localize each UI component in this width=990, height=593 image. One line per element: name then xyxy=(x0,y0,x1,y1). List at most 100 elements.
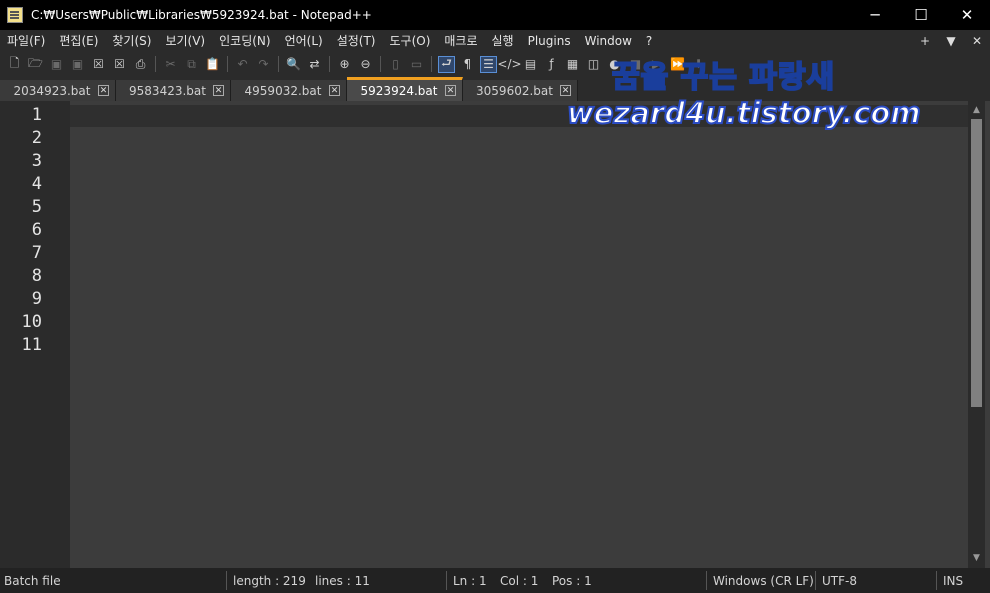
menu-right-controls: + ▼ ✕ xyxy=(912,30,990,51)
watermark-url: wezard4u.tistory.com xyxy=(566,95,922,131)
tab-4959032[interactable]: 4959032.bat ✕ xyxy=(231,80,347,101)
folder-icon[interactable]: ▦ xyxy=(564,56,581,73)
menu-bar: 파일(F) 편집(E) 찾기(S) 보기(V) 인코딩(N) 언어(L) 설정(… xyxy=(0,30,990,51)
toolbar-separator xyxy=(431,56,432,72)
maximize-button[interactable]: ☐ xyxy=(898,0,944,30)
tab-5923924[interactable]: 5923924.bat ✕ xyxy=(347,77,463,101)
cut-icon[interactable]: ✂ xyxy=(162,56,179,73)
toolbar-separator xyxy=(227,56,228,72)
undo-icon[interactable]: ↶ xyxy=(234,56,251,73)
lang-icon[interactable]: </> xyxy=(497,56,521,73)
show-all-chars-icon[interactable]: ¶ xyxy=(459,56,476,73)
copy-icon[interactable]: ⧉ xyxy=(183,56,200,73)
status-pos: Pos : 1 xyxy=(552,574,592,588)
sync-h-icon[interactable]: ▭ xyxy=(408,56,425,73)
window-title: C:₩Users₩Public₩Libraries₩5923924.bat - … xyxy=(31,8,372,22)
toolbar: 🗋 🗁 ▣ ▣ ☒ ☒ ⎙ ✂ ⧉ 📋 ↶ ↷ 🔍 ⇄ ⊕ ⊖ ▯ ▭ ⮐ ¶ … xyxy=(0,51,990,77)
toolbar-separator xyxy=(329,56,330,72)
toolbar-separator xyxy=(380,56,381,72)
tab-label: 2034923.bat xyxy=(13,83,91,98)
redo-icon[interactable]: ↷ xyxy=(255,56,272,73)
close-icon[interactable]: ☒ xyxy=(90,56,107,73)
editor-area[interactable]: 1 2 3 4 5 6 7 8 9 10 11 ▲ ▼ xyxy=(0,101,990,568)
toolbar-separator xyxy=(155,56,156,72)
status-separator xyxy=(226,571,227,590)
print-icon[interactable]: ⎙ xyxy=(132,56,149,73)
status-length: length : 219 xyxy=(233,574,306,588)
status-eol[interactable]: Windows (CR LF) xyxy=(713,574,814,588)
toolbar-separator xyxy=(278,56,279,72)
minimize-button[interactable]: ─ xyxy=(852,0,898,30)
code-text[interactable] xyxy=(70,101,968,568)
paste-icon[interactable]: 📋 xyxy=(204,56,221,73)
line-number: 7 xyxy=(31,243,42,263)
scroll-thumb[interactable] xyxy=(971,119,982,407)
watermark-korean: 꿈을 꾸는 파랑새 xyxy=(611,59,836,96)
status-ln: Ln : 1 xyxy=(453,574,487,588)
menu-edit[interactable]: 편집(E) xyxy=(52,32,105,49)
new-file-icon[interactable]: 🗋 xyxy=(6,56,23,73)
sync-v-icon[interactable]: ▯ xyxy=(387,56,404,73)
close-window-button[interactable]: ✕ xyxy=(944,0,990,30)
tab-close-icon[interactable]: ✕ xyxy=(329,85,340,96)
zoom-out-icon[interactable]: ⊖ xyxy=(357,56,374,73)
menu-plugins[interactable]: Plugins xyxy=(521,34,578,48)
close-all-icon[interactable]: ☒ xyxy=(111,56,128,73)
status-lines: lines : 11 xyxy=(315,574,370,588)
scroll-up-icon[interactable]: ▲ xyxy=(971,105,982,117)
tab-close-icon[interactable]: ✕ xyxy=(213,85,224,96)
tab-9583423[interactable]: 9583423.bat ✕ xyxy=(116,80,231,101)
line-number: 5 xyxy=(31,197,42,217)
line-number: 9 xyxy=(31,289,42,309)
menu-view[interactable]: 보기(V) xyxy=(158,32,212,49)
menu-file[interactable]: 파일(F) xyxy=(0,32,52,49)
replace-icon[interactable]: ⇄ xyxy=(306,56,323,73)
title-bar: C:₩Users₩Public₩Libraries₩5923924.bat - … xyxy=(0,0,990,30)
tab-list-button[interactable]: ▼ xyxy=(938,34,964,48)
indent-guide-icon[interactable]: ☰ xyxy=(480,55,497,73)
menu-help[interactable]: ? xyxy=(639,34,659,48)
tab-close-icon[interactable]: ✕ xyxy=(445,85,456,96)
status-separator xyxy=(446,571,447,590)
line-number: 2 xyxy=(31,128,42,148)
line-number: 4 xyxy=(31,174,42,194)
status-encoding[interactable]: UTF-8 xyxy=(822,574,857,588)
menu-macro[interactable]: 매크로 xyxy=(437,32,484,49)
vertical-scrollbar[interactable]: ▲ ▼ xyxy=(968,101,985,568)
line-number: 6 xyxy=(31,220,42,240)
tab-label: 9583423.bat xyxy=(129,83,206,98)
status-separator xyxy=(706,571,707,590)
menu-language[interactable]: 언어(L) xyxy=(278,32,330,49)
menu-run[interactable]: 실행 xyxy=(485,32,521,49)
tab-close-icon[interactable]: ✕ xyxy=(98,85,109,96)
status-file-type: Batch file xyxy=(4,574,61,588)
func-list-icon[interactable]: ƒ xyxy=(543,56,560,73)
status-bar: Batch file length : 219 lines : 11 Ln : … xyxy=(0,568,990,593)
line-number-gutter: 1 2 3 4 5 6 7 8 9 10 11 xyxy=(0,101,70,568)
tab-close-icon[interactable]: ✕ xyxy=(560,85,571,96)
notepad-icon xyxy=(7,7,23,23)
menu-tools[interactable]: 도구(O) xyxy=(383,32,438,49)
menu-search[interactable]: 찾기(S) xyxy=(105,32,158,49)
find-icon[interactable]: 🔍 xyxy=(285,56,302,73)
tab-3059602[interactable]: 3059602.bat ✕ xyxy=(463,80,578,101)
menu-settings[interactable]: 설정(T) xyxy=(330,32,383,49)
status-separator xyxy=(815,571,816,590)
status-mode[interactable]: INS xyxy=(943,574,963,588)
word-wrap-icon[interactable]: ⮐ xyxy=(438,55,455,73)
line-number: 3 xyxy=(31,151,42,171)
scroll-down-icon[interactable]: ▼ xyxy=(971,553,982,565)
zoom-in-icon[interactable]: ⊕ xyxy=(336,56,353,73)
new-tab-button[interactable]: + xyxy=(912,34,938,48)
menu-window[interactable]: Window xyxy=(578,34,639,48)
monitor-icon[interactable]: ◫ xyxy=(585,56,602,73)
menu-encoding[interactable]: 인코딩(N) xyxy=(212,32,277,49)
line-number: 10 xyxy=(21,312,42,332)
tab-label: 4959032.bat xyxy=(244,83,322,98)
tab-2034923[interactable]: 2034923.bat ✕ xyxy=(0,80,116,101)
close-doc-button[interactable]: ✕ xyxy=(964,34,990,48)
save-all-icon[interactable]: ▣ xyxy=(69,56,86,73)
save-icon[interactable]: ▣ xyxy=(48,56,65,73)
doc-map-icon[interactable]: ▤ xyxy=(522,56,539,73)
open-file-icon[interactable]: 🗁 xyxy=(27,56,44,73)
